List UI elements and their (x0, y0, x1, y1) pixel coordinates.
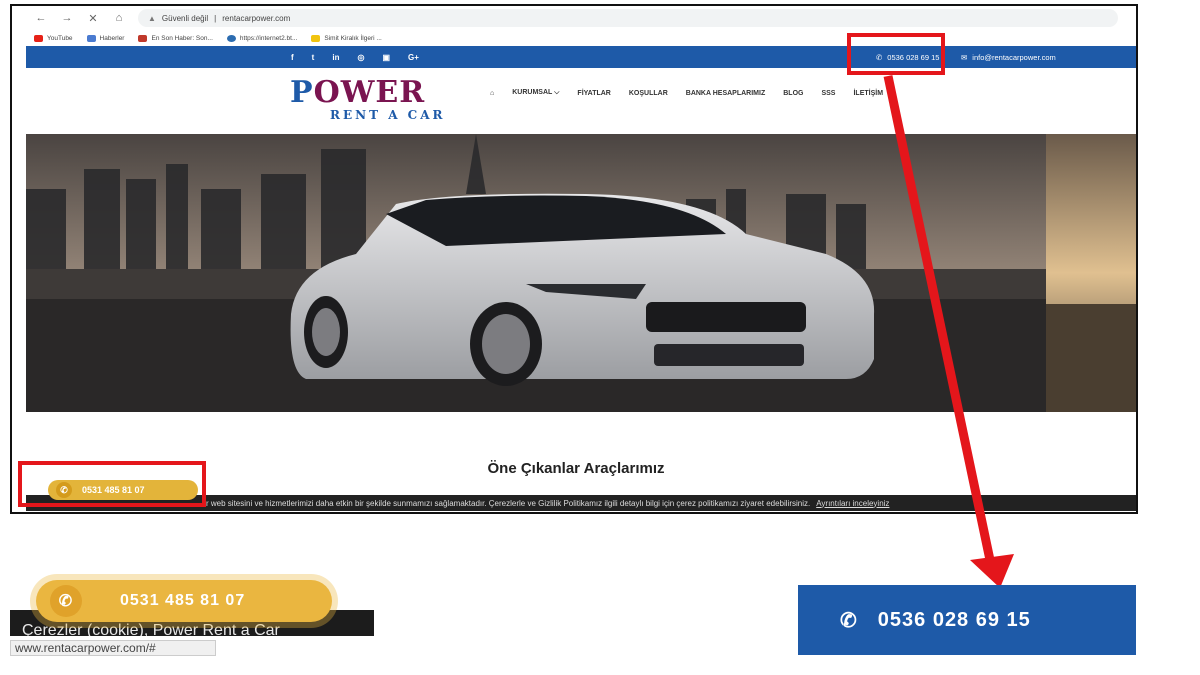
news-icon (138, 34, 148, 42)
highlight-box-floating-call (18, 461, 206, 507)
back-icon[interactable]: ← (34, 11, 48, 25)
home-icon[interactable]: ⌂ (112, 11, 126, 25)
phone-icon: ✆ (50, 585, 82, 617)
browser-toolbar: ← → ✕ ⌂ ▲ Güvenli değil | rentacarpower.… (26, 6, 1136, 30)
forward-icon[interactable]: → (60, 11, 74, 25)
phone-icon: ✆ (840, 609, 858, 632)
zoomed-call-button[interactable]: ✆ 0531 485 81 07 (36, 580, 332, 622)
zoomed-floating-call: Çerezler (cookie), Power Rent a Car ✆ 05… (10, 572, 374, 662)
bookmark-youtube[interactable]: YouTube (34, 34, 73, 42)
globe-icon (226, 34, 236, 42)
logo-subtitle: RENT A CAR (330, 108, 446, 122)
nav-item-sss[interactable]: SSS (821, 90, 835, 97)
bookmarks-bar: YouTube Haberler En Son Haber: Son... ht… (34, 30, 382, 46)
nav-item-iletisim[interactable]: İLETİŞİM (853, 90, 883, 97)
bookmark-en-son-haber[interactable]: En Son Haber: Son... (138, 34, 213, 42)
topbar-email[interactable]: ✉ info@rentacarpower.com (961, 46, 1056, 68)
google-plus-icon[interactable]: G+ (408, 53, 419, 62)
hero-car-image (26, 134, 1136, 412)
bookmark-simit[interactable]: Simit Kiralık İlgeri ... (311, 34, 382, 42)
topbar-email-address: info@rentacarpower.com (972, 52, 1056, 62)
bookmark-internet[interactable]: https://internet2.bt... (226, 34, 297, 42)
reload-icon[interactable]: ✕ (86, 11, 100, 25)
page-icon (311, 34, 321, 42)
cookie-text: r web sitesini ve hizmetlerimizi daha et… (206, 498, 811, 508)
linkedin-icon[interactable]: in (332, 53, 339, 62)
youtube-icon[interactable]: ▣ (382, 53, 390, 62)
annotated-screenshot: ← → ✕ ⌂ ▲ Güvenli değil | rentacarpower.… (0, 0, 1200, 675)
twitter-icon[interactable]: t (312, 53, 315, 62)
zoomed-phone-number: 0536 028 69 15 (877, 608, 1031, 631)
facebook-icon[interactable]: f (291, 53, 294, 62)
nav-item-kurumsal[interactable]: KURUMSAL ⌵ (512, 89, 559, 97)
zoomed-call-number: 0531 485 81 07 (120, 592, 246, 609)
address-bar[interactable]: ▲ Güvenli değil | rentacarpower.com (138, 9, 1118, 27)
nav-home-icon[interactable]: ⌂ (490, 90, 494, 97)
social-links: f t in ◎ ▣ G+ (291, 46, 419, 68)
zoomed-phone-banner[interactable]: ✆ 0536 028 69 15 (798, 585, 1136, 655)
warning-icon: ▲ (148, 13, 156, 23)
main-navigation: ⌂ KURUMSAL ⌵ FİYATLAR KOŞULLAR BANKA HES… (490, 84, 883, 102)
status-bar-url: www.rentacarpower.com/# (10, 640, 216, 656)
cookie-details-link[interactable]: Ayrıntıları inceleyiniz (816, 499, 889, 508)
youtube-icon (34, 34, 43, 42)
highlight-box-topbar-phone (847, 33, 945, 75)
instagram-icon[interactable]: ◎ (357, 53, 364, 62)
url-text: rentacarpower.com (222, 13, 291, 23)
browser-window: ← → ✕ ⌂ ▲ Güvenli değil | rentacarpower.… (10, 4, 1138, 514)
nav-item-blog[interactable]: BLOG (783, 90, 803, 97)
site-logo[interactable]: POWER RENT A CAR (290, 78, 470, 126)
bookmark-haberler[interactable]: Haberler (86, 34, 124, 42)
security-label: Güvenli değil (161, 13, 209, 23)
folder-icon (86, 34, 96, 42)
nav-item-fiyatlar[interactable]: FİYATLAR (577, 90, 610, 97)
mail-icon: ✉ (961, 52, 968, 62)
nav-item-kosullar[interactable]: KOŞULLAR (629, 90, 668, 97)
site-topbar: f t in ◎ ▣ G+ ✆ 0536 028 69 15 ✉ info@re… (26, 46, 1136, 68)
hero-slider[interactable] (26, 134, 1136, 412)
nav-item-banka-hesaplarimiz[interactable]: BANKA HESAPLARIMIZ (686, 90, 765, 97)
